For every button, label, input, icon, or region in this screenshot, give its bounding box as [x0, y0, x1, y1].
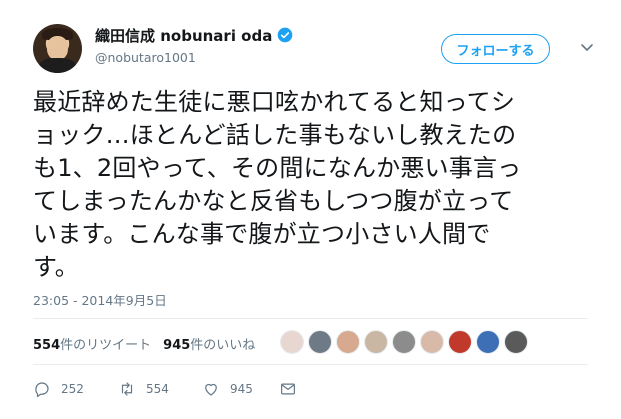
tweet-line: す。 [33, 253, 79, 281]
liker-avatar[interactable] [448, 330, 472, 354]
retweet-action[interactable]: 554 [118, 380, 202, 398]
reply-count: 252 [61, 382, 84, 396]
retweet-stat[interactable]: 554件のリツイート [33, 334, 151, 353]
like-count: 945 [230, 382, 253, 396]
liker-avatar[interactable] [420, 330, 444, 354]
liker-avatar[interactable] [280, 330, 304, 354]
action-bar: 252 554 945 [33, 378, 297, 400]
tweet-line: てしまったんかなと反省もしつつ腹が立って [33, 187, 514, 215]
timestamp[interactable]: 23:05 - 2014年9月5日 [33, 290, 167, 309]
heart-icon [205, 383, 217, 396]
retweet-icon [121, 382, 133, 396]
follow-button[interactable]: フォローする [441, 34, 550, 64]
tweet-line: 最近辞めた生徒に悪口呟かれてると知ってシ [33, 88, 516, 116]
user-handle[interactable]: @nobutaro1001 [95, 50, 196, 65]
liker-avatar[interactable] [364, 330, 388, 354]
liker-avatar[interactable] [336, 330, 360, 354]
liker-avatar[interactable] [476, 330, 500, 354]
avatar[interactable] [33, 24, 82, 73]
avatar-body [39, 58, 76, 73]
name-row: 織田信成 nobunari oda [95, 24, 293, 46]
liker-avatars [280, 330, 528, 354]
liker-avatar[interactable] [308, 330, 332, 354]
like-stat[interactable]: 945件のいいね [163, 334, 255, 353]
liker-avatar[interactable] [392, 330, 416, 354]
chevron-down-icon[interactable] [580, 40, 594, 54]
display-name[interactable]: 織田信成 nobunari oda [95, 25, 272, 46]
avatar-face [47, 36, 68, 60]
tweet-stats: 554件のリツイート 945件のいいね [33, 334, 255, 353]
retweet-count: 554 [146, 382, 169, 396]
tweet-line: ョック…ほとんど話した事もないし教えたの [33, 121, 517, 149]
reply-action[interactable]: 252 [33, 380, 118, 398]
tweet-line: も1、2回やって、その間になんか悪い事言っ [33, 154, 522, 182]
reply-icon [35, 382, 49, 398]
verified-badge-icon [278, 27, 293, 43]
divider [33, 364, 588, 365]
tweet-text: 最近辞めた生徒に悪口呟かれてると知ってシ ョック…ほとんど話した事もないし教えた… [33, 86, 593, 284]
envelope-icon [281, 383, 295, 395]
like-action[interactable]: 945 [202, 380, 279, 398]
liker-avatar[interactable] [504, 330, 528, 354]
divider [33, 318, 588, 319]
message-action[interactable] [279, 380, 297, 398]
tweet-line: います。こんな事で腹が立つ小さい人間で [33, 220, 491, 248]
